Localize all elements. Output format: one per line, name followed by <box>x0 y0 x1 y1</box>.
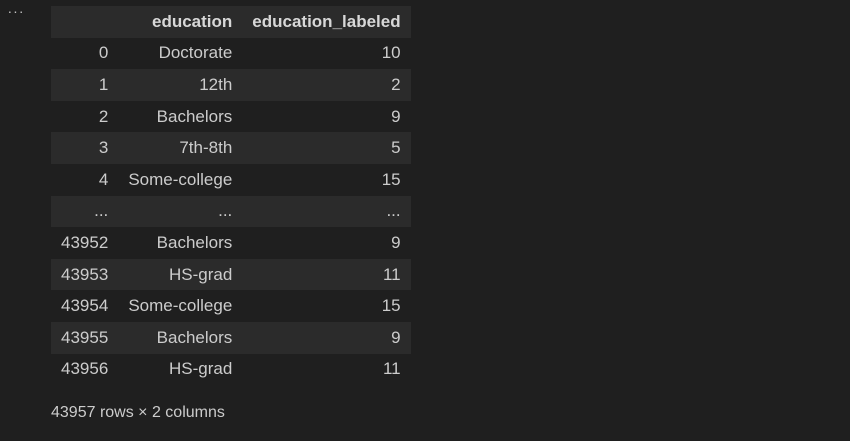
table-row: 43956 HS-grad 11 <box>51 353 411 386</box>
table-row: 43955 Bachelors 9 <box>51 321 411 354</box>
cell-education-labeled: 2 <box>391 74 401 94</box>
cell-education: Some-college <box>128 169 233 189</box>
cell-education-labeled: ... <box>386 201 401 221</box>
column-header-education-labeled: education_labeled <box>252 11 401 31</box>
cell-education-labeled: 9 <box>391 232 401 252</box>
table-row: 43952 Bachelors 9 <box>51 227 411 259</box>
row-index: 43956 <box>61 359 109 379</box>
row-index: 43955 <box>61 327 109 347</box>
cell-education: Bachelors <box>156 327 233 347</box>
cell-education-labeled: 15 <box>381 296 401 316</box>
row-index: 43954 <box>61 296 109 316</box>
table-row: 43954 Some-college 15 <box>51 290 411 322</box>
cell-education-labeled: 15 <box>381 169 401 189</box>
row-index: 1 <box>98 74 109 94</box>
table-row: 0 Doctorate 10 <box>51 37 411 70</box>
row-index: 43953 <box>61 264 109 284</box>
cell-education-labeled: 11 <box>382 264 401 284</box>
column-header-index <box>51 6 118 38</box>
cell-output: ··· education education_labeled 0 Doctor… <box>0 0 850 441</box>
row-index: 43952 <box>61 232 109 252</box>
row-index: 2 <box>98 106 109 126</box>
cell-education: HS-grad <box>168 264 233 284</box>
table-row: 2 Bachelors 9 <box>51 100 411 133</box>
dataframe-shape-summary: 43957 rows × 2 columns <box>51 404 225 421</box>
cell-education: ... <box>218 201 233 221</box>
cell-education: Some-college <box>128 296 233 316</box>
cell-education: Bachelors <box>156 232 233 252</box>
row-index: 3 <box>98 138 109 158</box>
cell-education-labeled: 5 <box>391 138 401 158</box>
table-row: 4 Some-college 15 <box>51 163 411 196</box>
row-index: ... <box>94 201 109 221</box>
table-row: 43953 HS-grad 11 <box>51 258 411 291</box>
column-header-education: education <box>151 11 233 31</box>
cell-education-labeled: 9 <box>391 327 401 347</box>
cell-education: 7th-8th <box>179 138 233 158</box>
table-header-row: education education_labeled <box>51 6 411 38</box>
more-actions-icon[interactable]: ··· <box>6 4 26 22</box>
row-index: 4 <box>98 169 109 189</box>
cell-education-labeled: 10 <box>381 43 401 63</box>
table-row: 3 7th-8th 5 <box>51 132 411 164</box>
cell-education: Doctorate <box>158 43 233 63</box>
table-row: 1 12th 2 <box>51 69 411 101</box>
cell-education-labeled: 11 <box>382 359 401 379</box>
cell-education: Bachelors <box>156 106 233 126</box>
cell-education: HS-grad <box>168 359 233 379</box>
row-index: 0 <box>98 43 109 63</box>
cell-education-labeled: 9 <box>391 106 401 126</box>
cell-education: 12th <box>199 74 233 94</box>
dataframe-table: education education_labeled 0 Doctorate … <box>51 6 411 386</box>
table-row-ellipsis: ... ... ... <box>51 195 411 228</box>
